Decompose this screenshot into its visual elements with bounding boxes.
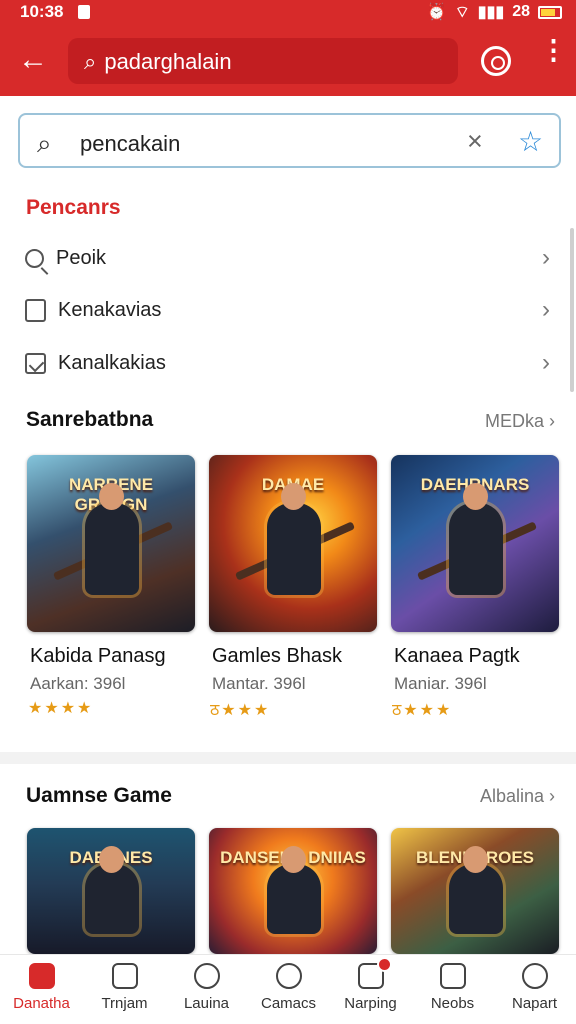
search-icon: ⌕ (84, 49, 97, 74)
nav-label: Trnjam (101, 995, 148, 1012)
menu-item-label: Kanalkakias (58, 351, 166, 374)
check-icon (25, 352, 46, 374)
nav-messages[interactable]: Narping (329, 957, 412, 1022)
bottom-navigation: Danatha Trnjam Lauina Camacs Narping Neo… (0, 954, 576, 1024)
wifi-icon: ⌔ (454, 4, 470, 21)
section-divider (0, 752, 576, 764)
nav-label: Danatha (13, 995, 70, 1012)
chevron-right-icon: › (542, 349, 550, 376)
nav-label: Camacs (260, 995, 316, 1012)
battery-icon (538, 5, 562, 19)
back-arrow-icon[interactable]: ← (18, 42, 48, 78)
game-see-all-link[interactable]: Albalina › (480, 786, 555, 807)
search-icon (193, 963, 220, 989)
search-icon (25, 248, 44, 268)
game-art: BLENDEROES (391, 828, 559, 954)
notification-badge (376, 957, 392, 972)
categories-heading: Pencanrs (26, 196, 121, 219)
game-subtitle: Aarkan: 396l (30, 674, 126, 693)
check-circle-icon (275, 963, 302, 989)
status-bar: 10:38 ⏰ ⌔ ▮▮▮ 28 (0, 0, 576, 26)
game-title: Kabida Panasg (30, 645, 166, 667)
rating-stars: ठ★★★ (392, 702, 453, 719)
game-art: DANSEHA DNIIAS (209, 828, 377, 954)
game-title: Kanaea Pagtk (394, 645, 520, 667)
menu-item-check[interactable]: Kanalkakias › (25, 341, 555, 385)
search-query: pencakain (80, 131, 181, 156)
menu-item-search[interactable]: Peoik › (25, 236, 555, 280)
game-subtitle: Mantar. 396l (212, 674, 306, 693)
app-search-text: padarghalain (104, 49, 232, 74)
rating-stars: ठ★★★ (210, 702, 271, 719)
nav-news[interactable]: Neobs (411, 958, 494, 1022)
game-art: DAMAE (209, 455, 377, 632)
home-icon (28, 963, 55, 989)
nav-label: Narping (344, 995, 397, 1012)
scrollbar[interactable] (570, 228, 574, 392)
app-bar: ← ⌕ padarghalain ⋮ (0, 26, 576, 96)
star-icon[interactable]: ☆ (518, 125, 543, 158)
time: 10:38 (20, 2, 64, 21)
clear-icon[interactable]: × (467, 126, 483, 157)
news-icon (439, 963, 466, 989)
nav-profile[interactable]: Napart (493, 958, 576, 1022)
game-art: NARRENE GRELGN (27, 455, 195, 632)
featured-see-all-link[interactable]: MEDka › (485, 411, 555, 432)
chevron-right-icon: › (542, 244, 550, 271)
app-search-bar[interactable]: ⌕ padarghalain (68, 38, 458, 84)
game-section-title: Uamnse Game (26, 784, 172, 807)
bag-icon (25, 298, 46, 322)
search-icon: ⌕ (37, 128, 52, 158)
nav-catalog[interactable]: Trnjam (83, 958, 166, 1022)
catalog-icon (111, 963, 138, 989)
target-icon[interactable] (481, 46, 511, 76)
game-art: DAENNES (27, 828, 195, 954)
menu-item-label: Kenakavias (58, 298, 162, 321)
signal-icon: ▮▮▮ (477, 4, 505, 21)
battery-level: 28 (512, 3, 530, 20)
rating-stars: ★★★★ (28, 700, 94, 717)
profile-icon (521, 963, 548, 989)
menu-item-label: Peoik (56, 246, 107, 269)
game-title: Gamles Bhask (212, 645, 343, 667)
nav-label: Napart (511, 995, 558, 1012)
nav-check[interactable]: Camacs (247, 958, 330, 1022)
nav-home[interactable]: Danatha (0, 958, 83, 1022)
game-subtitle: Maniar. 396l (394, 674, 487, 693)
nav-label: Neobs (430, 995, 475, 1012)
game-art: DAEHRNARS (391, 455, 559, 632)
search-input[interactable]: ⌕ pencakain × ☆ (18, 113, 561, 168)
more-options-icon[interactable]: ⋮ (540, 37, 567, 64)
alarm-icon: ⏰ (426, 4, 447, 21)
lock-icon (78, 5, 90, 19)
menu-item-bag[interactable]: Kenakavias › (25, 288, 555, 332)
chevron-right-icon: › (542, 296, 550, 323)
nav-label: Lauina (183, 995, 230, 1012)
featured-section-title: Sanrebatbna (26, 408, 154, 431)
nav-search[interactable]: Lauina (165, 958, 248, 1022)
message-icon (357, 957, 392, 989)
